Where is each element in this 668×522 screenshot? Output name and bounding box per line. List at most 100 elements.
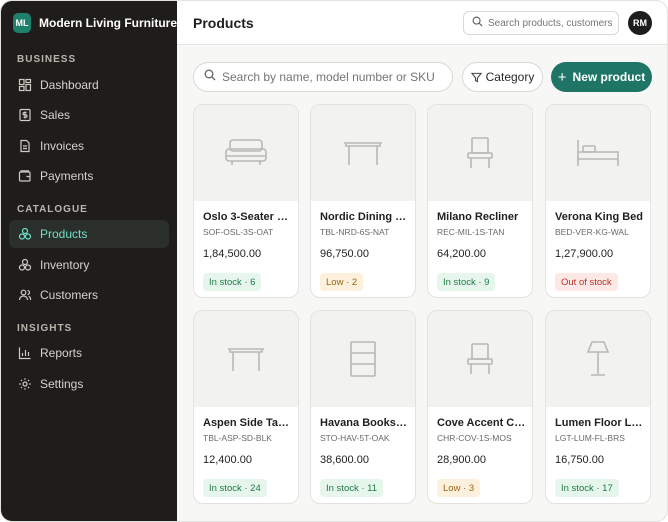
global-search-input[interactable] [488, 17, 618, 29]
product-card[interactable]: Verona King Bed BED-VER-KG-WAL 1,27,900.… [545, 104, 651, 298]
product-price: 64,200.00 [437, 248, 486, 260]
product-card[interactable]: Oslo 3-Seater Sofa SOF-OSL-3S-OAT 1,84,5… [193, 104, 299, 298]
stock-badge: In stock · 17 [555, 479, 619, 497]
new-product-label: New product [572, 70, 646, 84]
search-icon [204, 68, 216, 86]
products-content: Category + New product Oslo 3-Seater Sof… [177, 45, 667, 521]
page-title: Products [193, 15, 254, 31]
product-sku: CHR-COV-1S-MOS [437, 433, 512, 443]
sidebar-item-label: Settings [40, 377, 84, 391]
sidebar-item-inventory[interactable]: Inventory [9, 251, 169, 279]
product-card[interactable]: Cove Accent Chair CHR-COV-1S-MOS 28,900.… [427, 310, 533, 504]
product-price: 28,900.00 [437, 454, 486, 466]
product-sku: BED-VER-KG-WAL [555, 227, 629, 237]
dollar-icon [18, 108, 32, 122]
product-price: 12,400.00 [203, 454, 252, 466]
sidebar: ML Modern Living Furniture BUSINESS Dash… [1, 1, 177, 521]
product-name: Verona King Bed [555, 211, 644, 223]
global-search[interactable] [463, 11, 619, 35]
product-card[interactable]: Milano Recliner REC-MIL-1S-TAN 64,200.00… [427, 104, 533, 298]
product-price: 38,600.00 [320, 454, 369, 466]
brand-logo: ML [13, 13, 31, 33]
product-name: Aspen Side Table [203, 417, 293, 429]
product-thumbnail [428, 311, 532, 407]
bookshelf-icon [350, 341, 376, 377]
product-name: Havana Bookshelf [320, 417, 410, 429]
products-icon [18, 227, 32, 241]
sidebar-item-settings[interactable]: Settings [9, 370, 169, 398]
product-sku: LGT-LUM-FL-BRS [555, 433, 625, 443]
document-icon [18, 139, 32, 153]
brand[interactable]: ML Modern Living Furniture [1, 1, 177, 45]
product-thumbnail [194, 105, 298, 201]
product-card[interactable]: Aspen Side Table TBL-ASP-SD-BLK 12,400.0… [193, 310, 299, 504]
dining-table-icon [344, 142, 382, 165]
product-thumbnail [428, 105, 532, 201]
section-label-catalogue: CATALOGUE [17, 204, 88, 215]
stock-badge: Low · 3 [437, 479, 481, 497]
sidebar-item-reports[interactable]: Reports [9, 339, 169, 367]
product-search-input[interactable] [222, 70, 447, 84]
sidebar-item-products[interactable]: Products [9, 220, 169, 248]
sidebar-item-label: Reports [40, 346, 83, 360]
dashboard-icon [18, 78, 32, 92]
sidebar-item-dashboard[interactable]: Dashboard [9, 71, 169, 99]
product-sku: REC-MIL-1S-TAN [437, 227, 505, 237]
bed-icon [577, 140, 619, 166]
sidebar-item-payments[interactable]: Payments [9, 162, 169, 190]
users-icon [18, 288, 32, 302]
product-sku: STO-HAV-5T-OAK [320, 433, 390, 443]
product-price: 16,750.00 [555, 454, 604, 466]
product-card[interactable]: Lumen Floor Lamp LGT-LUM-FL-BRS 16,750.0… [545, 310, 651, 504]
product-name: Cove Accent Chair [437, 417, 527, 429]
product-thumbnail [311, 311, 415, 407]
gear-icon [18, 377, 32, 391]
stock-badge: Low · 2 [320, 273, 364, 291]
sidebar-item-label: Products [40, 227, 88, 241]
product-name: Nordic Dining Table [320, 211, 410, 223]
product-sku: TBL-ASP-SD-BLK [203, 433, 272, 443]
app-window: ML Modern Living Furniture BUSINESS Dash… [0, 0, 668, 522]
product-thumbnail [546, 311, 650, 407]
product-thumbnail [546, 105, 650, 201]
brand-name: Modern Living Furniture [39, 16, 177, 30]
chair-icon [467, 343, 493, 374]
product-card[interactable]: Havana Bookshelf STO-HAV-5T-OAK 38,600.0… [310, 310, 416, 504]
sidebar-item-label: Inventory [40, 258, 90, 272]
category-filter-button[interactable]: Category [462, 62, 543, 92]
product-name: Lumen Floor Lamp [555, 417, 645, 429]
product-thumbnail [194, 311, 298, 407]
sidebar-item-invoices[interactable]: Invoices [9, 132, 169, 160]
stock-badge: In stock · 9 [437, 273, 496, 291]
product-search[interactable] [193, 62, 453, 92]
category-filter-label: Category [485, 70, 535, 84]
product-name: Oslo 3-Seater Sofa [203, 211, 293, 223]
lamp-icon [586, 341, 610, 376]
stock-badge: In stock · 24 [203, 479, 267, 497]
stock-badge: In stock · 6 [203, 273, 262, 291]
wallet-icon [18, 169, 32, 183]
chair-icon [467, 137, 493, 168]
section-label-insights: INSIGHTS [17, 323, 73, 334]
stock-badge: In stock · 11 [320, 479, 384, 497]
filter-icon [470, 72, 482, 83]
sidebar-item-sales[interactable]: Sales [9, 101, 169, 129]
product-thumbnail [311, 105, 415, 201]
plus-icon: + [557, 68, 567, 86]
sidebar-item-label: Dashboard [40, 78, 99, 92]
product-price: 1,27,900.00 [555, 248, 614, 260]
search-icon [472, 14, 483, 32]
chart-icon [18, 346, 32, 360]
sofa-icon [225, 139, 267, 165]
avatar[interactable]: RM [628, 11, 652, 35]
product-sku: SOF-OSL-3S-OAT [203, 227, 274, 237]
new-product-button[interactable]: + New product [551, 62, 652, 92]
sidebar-item-label: Payments [40, 169, 94, 183]
main-area: Products RM Category + New product [177, 1, 667, 521]
sidebar-item-customers[interactable]: Customers [9, 281, 169, 309]
product-name: Milano Recliner [437, 211, 519, 223]
product-card[interactable]: Nordic Dining Table TBL-NRD-6S-NAT 96,75… [310, 104, 416, 298]
top-bar: Products RM [177, 1, 667, 45]
boxes-icon [18, 258, 32, 272]
sidebar-item-label: Invoices [40, 139, 85, 153]
